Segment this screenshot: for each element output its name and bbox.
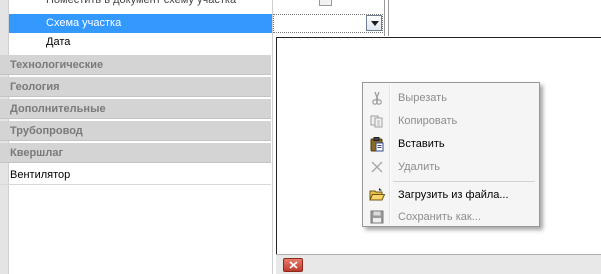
menu-item-paste[interactable]: Вставить [365, 133, 537, 155]
category-additional[interactable]: Дополнительные [0, 99, 271, 119]
category-technological[interactable]: Технологические [0, 55, 271, 75]
property-label: Дата [46, 36, 71, 48]
menu-item-label: Удалить [398, 161, 440, 173]
menu-separator [393, 181, 535, 182]
delete-x-icon [371, 161, 383, 173]
menu-item-label: Вставить [398, 138, 445, 150]
context-menu: Вырезать Копировать Вставить Удалить Заг… [362, 82, 540, 227]
category-pipeline[interactable]: Трубопровод [0, 121, 271, 141]
menu-item-label: Копировать [398, 115, 458, 127]
property-row-date[interactable]: Дата [9, 33, 272, 52]
property-label: Схема участка [46, 17, 122, 29]
menu-item-label: Вырезать [398, 92, 447, 104]
dropdown-button[interactable] [366, 15, 382, 31]
menu-item-label: Сохранить как... [398, 211, 481, 223]
editor-footer-bar [276, 254, 601, 274]
property-row-fan[interactable]: Вентилятор [0, 165, 271, 185]
category-crosscut[interactable]: Квершлаг [0, 143, 271, 163]
menu-item-cut[interactable]: Вырезать [365, 87, 537, 109]
chevron-down-icon [371, 21, 379, 26]
menu-item-copy[interactable]: Копировать [365, 110, 537, 132]
menu-item-label: Загрузить из файла... [398, 189, 509, 201]
property-row-place-scheme[interactable]: Поместить в документ схему участка [9, 0, 272, 10]
paste-icon [370, 137, 384, 152]
property-row-section-scheme[interactable]: Схема участка [9, 14, 272, 33]
menu-item-delete[interactable]: Удалить [365, 156, 537, 178]
grid-border-line [384, 0, 385, 36]
open-folder-icon [369, 188, 385, 201]
menu-item-save-as[interactable]: Сохранить как... [365, 206, 537, 228]
menu-item-load-from-file[interactable]: Загрузить из файла... [365, 184, 537, 206]
grid-column-divider [272, 0, 273, 274]
close-icon [289, 261, 298, 269]
scissors-icon [372, 91, 382, 105]
top-row-ellipsis-button[interactable] [319, 0, 332, 6]
grid-border-line [388, 0, 389, 36]
copy-icon [370, 115, 383, 128]
category-geology[interactable]: Геология [0, 77, 271, 97]
floppy-save-icon [370, 210, 384, 224]
property-label: Поместить в документ схему участка [46, 0, 237, 6]
close-button[interactable] [283, 258, 303, 272]
